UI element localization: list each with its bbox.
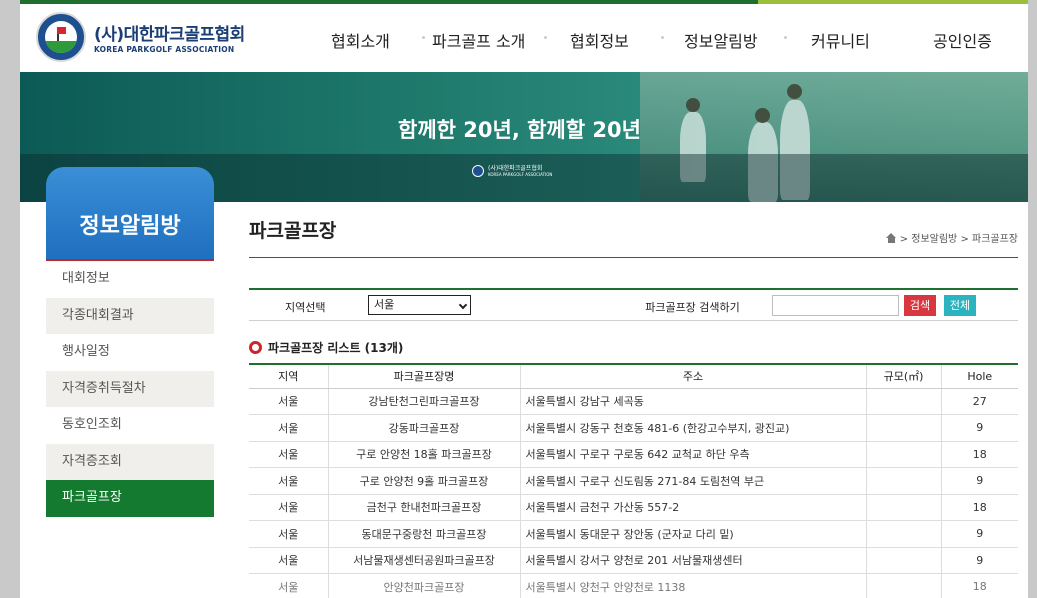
nav-item-association-info[interactable]: 협회정보	[570, 28, 629, 52]
table-row[interactable]: 서울 강동파크골프장 서울특별시 강동구 천호동 481-6 (한강고수부지, …	[249, 414, 1018, 442]
nav-item-parkgolf-intro[interactable]: 파크골프 소개	[432, 28, 525, 52]
region-select[interactable]: 서울	[368, 295, 471, 315]
cell-size	[865, 467, 941, 495]
sidebar-item-license-procedure[interactable]: 자격증취득절차	[46, 370, 214, 407]
main-nav: 협회소개 파크골프 소개 협회정보 정보알림방 커뮤니티 공인인증	[20, 28, 1028, 52]
list-heading: 파크골프장 리스트 (13개)	[249, 339, 403, 356]
sidebar-item-parkgolf-courses[interactable]: 파크골프장	[46, 480, 214, 517]
cell-hole: 9	[940, 547, 1018, 574]
table-row[interactable]: 서울 구로 안양천 9홀 파크골프장 서울특별시 구로구 신도림동 271-84…	[249, 467, 1018, 495]
cell-hole: 27	[940, 388, 1018, 415]
cell-address: 서울특별시 강서구 양천로 201 서남물재생센터	[519, 547, 866, 574]
banner-logo-icon	[472, 165, 484, 177]
cell-course-name[interactable]: 동대문구중랑천 파크골프장	[327, 520, 520, 548]
table-row[interactable]: 서울 동대문구중랑천 파크골프장 서울특별시 동대문구 장안동 (군자교 다리 …	[249, 520, 1018, 548]
show-all-button[interactable]: 전체	[944, 295, 976, 316]
banner-slogan: 함께한 20년, 함께할 20년	[398, 118, 641, 142]
nav-item-notice-room[interactable]: 정보알림방	[684, 28, 758, 52]
cell-course-name[interactable]: 서남물재생센터공원파크골프장	[327, 547, 520, 574]
sidebar-menu: 대회정보 각종대회결과 행사일정 자격증취득절차 동호인조회 자격증조회 파크골…	[46, 261, 214, 517]
chevron-down-icon	[458, 300, 468, 310]
cell-address: 서울특별시 양천구 안양천로 1138	[519, 573, 866, 598]
sidebar-item-event-schedule[interactable]: 행사일정	[46, 334, 214, 371]
table-row[interactable]: 서울 안양천파크골프장 서울특별시 양천구 안양천로 1138 18	[249, 573, 1018, 598]
breadcrumb-path: > 정보알림방 > 파크골프장	[899, 234, 1018, 245]
cell-region: 서울	[249, 388, 328, 415]
search-panel: 지역선택 서울 파크골프장 검색하기 검색 전체	[249, 288, 1018, 321]
course-search-label: 파크골프장 검색하기	[645, 301, 740, 314]
cell-hole: 9	[940, 467, 1018, 495]
table-row[interactable]: 서울 구로 안양천 18홀 파크골프장 서울특별시 구로구 구로동 642 교척…	[249, 441, 1018, 468]
home-icon[interactable]	[885, 232, 897, 243]
nav-item-about[interactable]: 협회소개	[331, 28, 390, 52]
banner-logo: (사)대한파크골프협회 KOREA PARKGOLF ASSOCIATION	[472, 165, 552, 177]
cell-address: 서울특별시 구로구 구로동 642 교척교 하단 우측	[519, 441, 866, 468]
course-table: 지역 파크골프장명 주소 규모(㎡) Hole 서울 강남탄천그린파크골프장 서…	[249, 363, 1018, 598]
cell-size	[865, 388, 941, 415]
banner-logo-en: KOREA PARKGOLF ASSOCIATION	[488, 172, 553, 177]
page-title: 파크골프장	[249, 220, 337, 242]
list-heading-text: 파크골프장 리스트 (13개)	[268, 341, 404, 355]
sidebar-item-license-lookup[interactable]: 자격증조회	[46, 443, 214, 480]
sidebar-item-tournament-info[interactable]: 대회정보	[46, 261, 214, 298]
course-search-input[interactable]	[772, 295, 899, 316]
cell-address: 서울특별시 강남구 세곡동	[519, 388, 866, 415]
cell-hole: 18	[940, 494, 1018, 521]
cell-address: 서울특별시 강동구 천호동 481-6 (한강고수부지, 광진교)	[519, 414, 866, 442]
column-header-address: 주소	[519, 363, 866, 389]
cell-course-name[interactable]: 안양천파크골프장	[327, 573, 520, 598]
cell-size	[865, 547, 941, 574]
cell-region: 서울	[249, 414, 328, 442]
sidebar-item-member-lookup[interactable]: 동호인조회	[46, 407, 214, 444]
cell-region: 서울	[249, 467, 328, 495]
table-row[interactable]: 서울 강남탄천그린파크골프장 서울특별시 강남구 세곡동 27	[249, 388, 1018, 415]
column-header-course-name: 파크골프장명	[327, 363, 520, 389]
cell-size	[865, 494, 941, 521]
banner-logo-kr: (사)대한파크골프협회	[488, 165, 543, 172]
cell-region: 서울	[249, 547, 328, 574]
page-frame: (사)대한파크골프협회 KOREA PARKGOLF ASSOCIATION 협…	[20, 0, 1028, 598]
cell-course-name[interactable]: 구로 안양천 18홀 파크골프장	[327, 441, 520, 468]
breadcrumb: > 정보알림방 > 파크골프장	[885, 230, 1018, 245]
nav-item-certification[interactable]: 공인인증	[933, 28, 992, 52]
title-divider	[249, 257, 1018, 258]
table-row[interactable]: 서울 금천구 한내천파크골프장 서울특별시 금천구 가산동 557-2 18	[249, 494, 1018, 521]
cell-region: 서울	[249, 520, 328, 548]
region-select-label: 지역선택	[285, 301, 326, 314]
cell-address: 서울특별시 동대문구 장안동 (군자교 다리 밑)	[519, 520, 866, 548]
cell-hole: 9	[940, 414, 1018, 442]
table-header-row: 지역 파크골프장명 주소 규모(㎡) Hole	[249, 363, 1018, 389]
nav-item-community[interactable]: 커뮤니티	[811, 28, 870, 52]
sidebar-title: 정보알림방	[79, 214, 181, 239]
cell-course-name[interactable]: 금천구 한내천파크골프장	[327, 494, 520, 521]
cell-size	[865, 520, 941, 548]
cell-region: 서울	[249, 573, 328, 598]
sidebar-item-tournament-results[interactable]: 각종대회결과	[46, 297, 214, 334]
cell-region: 서울	[249, 494, 328, 521]
cell-course-name[interactable]: 강동파크골프장	[327, 414, 520, 442]
column-header-hole: Hole	[940, 363, 1018, 389]
cell-course-name[interactable]: 구로 안양천 9홀 파크골프장	[327, 467, 520, 495]
bullet-icon	[249, 341, 262, 354]
site-header: (사)대한파크골프협회 KOREA PARKGOLF ASSOCIATION 협…	[20, 4, 1028, 72]
cell-course-name[interactable]: 강남탄천그린파크골프장	[327, 388, 520, 415]
cell-hole: 18	[940, 573, 1018, 598]
column-header-size: 규모(㎡)	[865, 363, 941, 389]
cell-hole: 9	[940, 520, 1018, 548]
cell-address: 서울특별시 금천구 가산동 557-2	[519, 494, 866, 521]
cell-size	[865, 573, 941, 598]
search-button[interactable]: 검색	[904, 295, 936, 316]
cell-hole: 18	[940, 441, 1018, 468]
column-header-region: 지역	[249, 363, 328, 389]
cell-size	[865, 441, 941, 468]
table-row[interactable]: 서울 서남물재생센터공원파크골프장 서울특별시 강서구 양천로 201 서남물재…	[249, 547, 1018, 574]
region-select-value: 서울	[374, 298, 395, 311]
cell-region: 서울	[249, 441, 328, 468]
cell-size	[865, 414, 941, 442]
cell-address: 서울특별시 구로구 신도림동 271-84 도림천역 부근	[519, 467, 866, 495]
